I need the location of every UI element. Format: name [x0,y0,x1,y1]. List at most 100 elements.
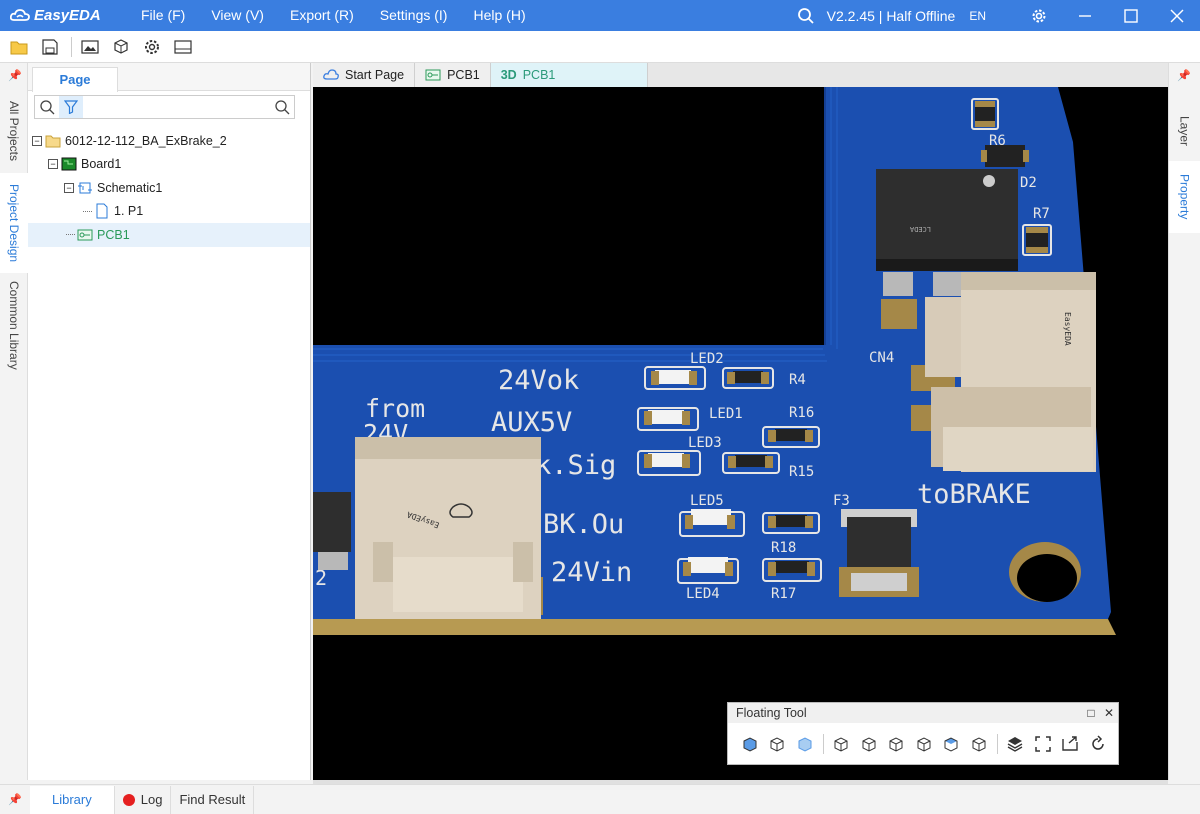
tab-property[interactable]: Property [1169,161,1200,233]
tab-label: Start Page [345,68,405,82]
box-export-icon [114,38,128,54]
collapse-toggle[interactable]: − [64,182,74,193]
cube-top-icon [944,737,958,752]
cube-left-icon [889,737,903,752]
tree-search-input[interactable] [83,97,270,117]
view-back-button[interactable] [855,732,883,756]
filter-button[interactable] [59,96,83,118]
view-front-button[interactable] [828,732,856,756]
minimize-button[interactable] [1062,0,1108,31]
view-top-button[interactable] [938,732,966,756]
tree-item-project[interactable]: − 6012-12-112_BA_ExBrake_2 [28,129,310,153]
image-export-button[interactable] [76,33,104,61]
collapse-toggle[interactable]: − [32,135,42,146]
tab-project-design[interactable]: Project Design [0,173,28,273]
panel-toggle-button[interactable] [169,33,197,61]
app-name: EasyEDA [34,7,101,24]
cloud-icon [323,69,339,80]
tab-log-label: Log [140,792,163,807]
tab-find-result[interactable]: Find Result [171,785,255,814]
menu-file[interactable]: File (F) [128,0,198,31]
pin-icon[interactable]: 📌 [1177,69,1191,82]
menu-view[interactable]: View (V) [198,0,277,31]
silk-bkou: BK.Ou [543,509,624,540]
tree-item-pcb[interactable]: PCB1 [28,223,310,247]
settings-gear-button[interactable] [1016,0,1062,31]
version-label: V2.2.45 | Half Offline [826,7,956,24]
menu-help[interactable]: Help (H) [460,0,538,31]
tab-common-library[interactable]: Common Library [0,275,28,375]
tree-search-box [34,95,295,119]
view-right-button[interactable] [910,732,938,756]
silk-aux5v: AUX5V [491,407,572,438]
fuse-f3 [839,509,919,597]
tab-all-projects-label: All Projects [7,100,21,162]
fit-view-button[interactable] [1029,732,1057,756]
cube-wire-icon [770,737,784,752]
label-led2: LED2 [690,351,724,367]
tab-start-page[interactable]: Start Page [313,63,416,87]
ic-logo-text: LCEDA [909,225,931,233]
easyeda-logo-icon [10,8,30,21]
cube-back-icon [862,737,876,752]
settings-button[interactable] [138,33,166,61]
page-icon [94,203,110,219]
label-led4: LED4 [686,586,720,602]
tree-item-page[interactable]: 1. P1 [28,200,310,224]
app-logo: EasyEDA [10,7,110,24]
toolbar-divider [822,734,824,754]
search-submit-button[interactable] [270,96,294,118]
search-scope-button[interactable] [35,96,59,118]
solid-view-button[interactable] [736,732,764,756]
tab-find-result-label: Find Result [179,792,246,807]
pin-icon[interactable]: 📌 [0,793,30,806]
layers-button[interactable] [1002,732,1030,756]
tab-pcb[interactable]: PCB1 [415,63,491,87]
view-bottom-button[interactable] [965,732,993,756]
cube-solid-icon [743,737,757,752]
transparent-view-button[interactable] [791,732,819,756]
open-project-button[interactable] [5,33,33,61]
tab-label: PCB1 [447,68,480,82]
folder-icon [10,41,28,54]
menu-settings[interactable]: Settings (I) [367,0,461,31]
view-left-button[interactable] [883,732,911,756]
tab-page[interactable]: Page [32,67,118,92]
tab-project-design-label: Project Design [7,183,21,263]
label-r7: R7 [1033,206,1050,222]
pin-icon[interactable]: 📌 [8,69,22,82]
pcb-3d-viewport[interactable]: 24Vok AUX5V k.Sig BK.Ou 24Vin from 24V t… [313,87,1168,780]
save-button[interactable] [36,33,64,61]
tab-all-projects[interactable]: All Projects [0,91,28,171]
save-icon [42,38,58,55]
refresh-button[interactable] [1084,732,1112,756]
tab-layer[interactable]: Layer [1169,91,1200,171]
pcb-icon [425,69,441,81]
collapse-toggle[interactable]: − [48,159,58,170]
cube-front-icon [834,737,848,752]
export-view-button[interactable] [1057,732,1085,756]
wireframe-view-button[interactable] [764,732,792,756]
connector-cn4: EasyEDA [911,272,1096,472]
tab-pcb-3d[interactable]: 3D PCB1 [490,63,648,87]
label-d2: D2 [1020,175,1037,191]
package-export-button[interactable] [107,33,135,61]
tab-log[interactable]: Log [115,785,172,814]
pcb-3d-render: 24Vok AUX5V k.Sig BK.Ou 24Vin from 24V t… [313,87,1116,635]
language-button[interactable]: EN [969,9,986,23]
tree-item-board[interactable]: − Board1 [28,153,310,177]
menu-export[interactable]: Export (R) [277,0,367,31]
close-icon[interactable]: ✕ [1100,706,1118,720]
floating-tool-header[interactable]: Floating Tool □ ✕ [728,703,1118,723]
tree-item-schematic[interactable]: − Schematic1 [28,176,310,200]
label-r15: R15 [789,464,814,480]
restore-icon[interactable]: □ [1082,706,1100,720]
close-button[interactable] [1154,0,1200,31]
tree-item-label: 1. P1 [114,204,144,219]
main-toolbar [0,31,1200,63]
tree-connector [83,210,92,212]
gear-icon [1032,9,1046,22]
tab-library[interactable]: Library [30,785,115,814]
search-icon[interactable] [797,7,815,25]
maximize-button[interactable] [1108,0,1154,31]
